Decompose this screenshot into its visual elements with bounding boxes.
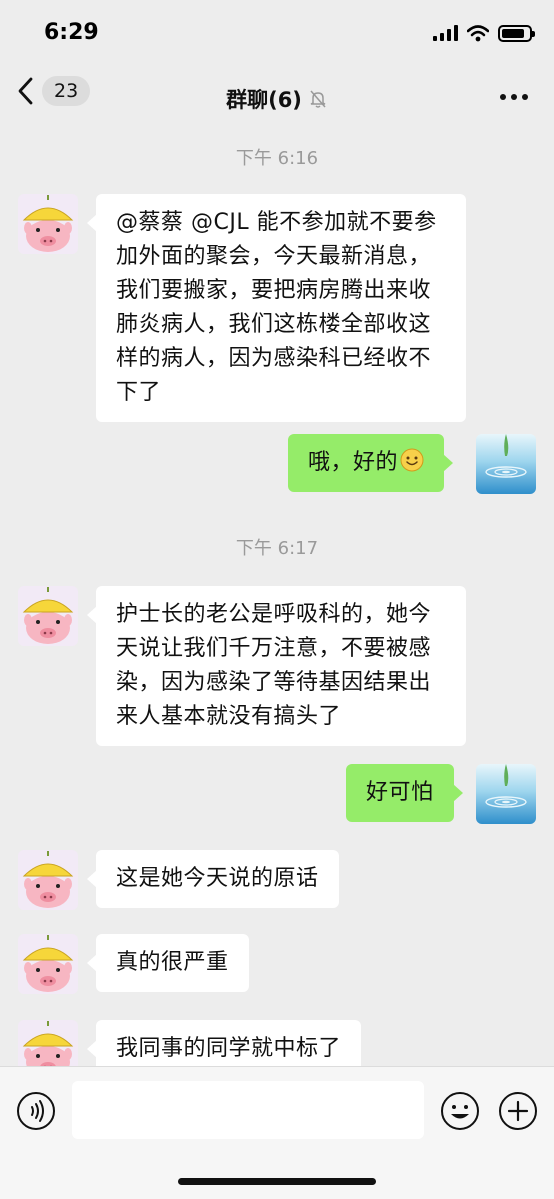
voice-icon[interactable] [16,1091,56,1131]
message-timestamp: 下午 6:17 [235,538,319,559]
message-list[interactable]: 下午 6:16 @蔡蔡 @CJL 能不参加就不要参加外面的聚会，今天最新消息，我… [0,132,554,1066]
incoming-message[interactable]: 这是她今天说的原话 [87,850,339,908]
my-avatar[interactable] [476,434,536,494]
plus-icon[interactable] [498,1091,538,1131]
sender-avatar[interactable] [18,934,78,994]
message-input[interactable] [72,1081,424,1139]
more-dots-icon[interactable] [500,94,528,100]
battery-icon [498,24,535,42]
smile-emoji [400,448,424,472]
sender-avatar[interactable] [18,194,78,254]
chat-title-text: 群聊(6) [226,88,302,112]
incoming-message[interactable]: 我同事的同学就中标了 [86,1020,362,1066]
water-drop-avatar [476,764,536,824]
outgoing-message[interactable]: 好可怕 [346,764,462,822]
sender-avatar[interactable] [18,586,78,646]
message-timestamp: 下午 6:16 [235,148,319,169]
pig-avatar [18,934,78,994]
incoming-message[interactable]: 真的很严重 [87,934,249,992]
input-bar [0,1066,554,1199]
incoming-message[interactable]: @蔡蔡 @CJL 能不参加就不要参加外面的聚会，今天最新消息，我们要搬家，要把病… [87,194,466,422]
sender-avatar[interactable] [18,850,78,910]
pig-avatar [18,586,78,646]
wifi-icon [467,24,489,41]
outgoing-message[interactable]: 哦，好的 [288,434,454,492]
my-avatar[interactable] [476,764,536,824]
incoming-message[interactable]: 护士长的老公是呼吸科的，她今天说让我们千万注意，不要被感染，因为感染了等待基因结… [87,586,466,746]
status-time: 6:29 [44,20,99,45]
status-bar: 6:29 [0,0,554,64]
status-icons [433,24,535,42]
pig-avatar [18,1020,78,1066]
outgoing-message-text: 哦，好的 [308,450,399,475]
sender-avatar[interactable] [18,1020,78,1066]
home-indicator[interactable] [178,1178,376,1185]
nav-bar: 23 群聊(6) [0,64,554,132]
chat-title: 群聊(6) [0,84,554,114]
cellular-signal-icon [433,25,458,41]
emoji-icon[interactable] [440,1091,480,1131]
pig-avatar [18,194,78,254]
water-drop-avatar [476,434,536,494]
bell-off-icon [310,90,326,108]
pig-avatar [18,850,78,910]
